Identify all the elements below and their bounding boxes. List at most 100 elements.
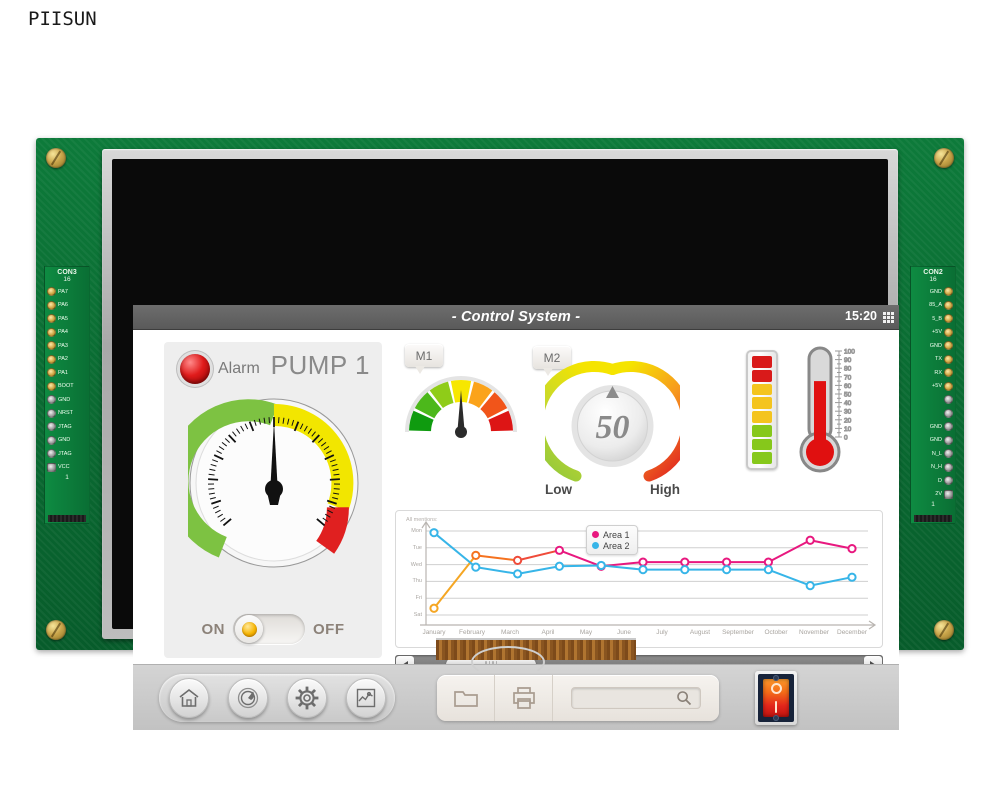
- thermometer-tick-label: 30: [844, 409, 852, 416]
- trend-chart-card[interactable]: All mentions: Mon Tue Wed Thu Fri Sat January…: [395, 510, 883, 648]
- connector-pin: JTAG: [45, 447, 89, 461]
- pin-label: NRST: [58, 410, 73, 417]
- print-button[interactable]: [495, 675, 553, 721]
- chart-data-point[interactable]: [638, 557, 648, 567]
- connector-pin: GND: [911, 285, 955, 299]
- pin-label: JTAG: [58, 450, 72, 457]
- connector-pin: [911, 393, 955, 407]
- toggle-switch[interactable]: [233, 614, 305, 644]
- chart-data-point[interactable]: [638, 565, 648, 575]
- solder-pad: [47, 300, 56, 310]
- title-bar: - Control System - 15:20: [133, 305, 899, 330]
- power-switch[interactable]: [755, 671, 797, 725]
- connector-pin: GND: [45, 434, 89, 448]
- power-switch-rocker[interactable]: [763, 679, 789, 717]
- connector-pin: PA1: [45, 366, 89, 380]
- toggle-knob[interactable]: [235, 615, 263, 643]
- chart-legend: Area 1 Area 2: [586, 525, 638, 555]
- toggle-on-label: ON: [201, 620, 225, 638]
- thermometer-tick-label: 0: [844, 435, 848, 442]
- chart-data-point[interactable]: [763, 565, 773, 575]
- connector-pin: PA7: [45, 285, 89, 299]
- chart-data-point[interactable]: [847, 544, 857, 554]
- chart-data-point[interactable]: [471, 562, 481, 572]
- con2-label: CON2: [923, 269, 943, 276]
- chart-data-point[interactable]: [722, 565, 732, 575]
- legend-swatch: [592, 531, 599, 538]
- search-icon[interactable]: [676, 690, 692, 706]
- trend-button[interactable]: [345, 678, 386, 718]
- solder-pad: [944, 327, 953, 337]
- thermometer-tick-label: 70: [844, 374, 852, 381]
- connector-pin: PA6: [45, 299, 89, 313]
- pin-label: GND: [929, 423, 942, 430]
- chart-data-point[interactable]: [722, 557, 732, 567]
- m1-gauge-wrap[interactable]: [405, 372, 517, 440]
- m2-gauge-wrap[interactable]: 50: [532, 358, 693, 493]
- con3-label: CON3: [57, 269, 77, 276]
- chart-data-point[interactable]: [429, 603, 439, 613]
- chart-data-point[interactable]: [471, 550, 481, 560]
- chart-line-segment: [767, 539, 811, 563]
- chart-data-point[interactable]: [513, 555, 523, 566]
- pump-panel: Alarm PUMP 1 ON OFF: [164, 342, 382, 658]
- home-button[interactable]: [168, 678, 209, 718]
- led-segment: [752, 356, 772, 368]
- chart-data-point[interactable]: [513, 569, 523, 579]
- m2-high-label: High: [650, 482, 680, 497]
- grid-icon[interactable]: [883, 312, 894, 323]
- pin-label: PA4: [58, 329, 68, 336]
- connector-pin: PA3: [45, 339, 89, 353]
- pin-label: PA2: [58, 356, 68, 363]
- solder-pad: [944, 422, 953, 432]
- legend-item: Area 2: [592, 540, 630, 551]
- pin-label: BOOT: [58, 383, 74, 390]
- connector-pin: 5_B: [911, 312, 955, 326]
- chart-data-point[interactable]: [680, 557, 690, 567]
- m1-tag: M1: [405, 344, 443, 374]
- chart-line-segment: [559, 564, 602, 568]
- pump-title: PUMP 1: [270, 350, 370, 380]
- pin-label: PA6: [58, 302, 68, 309]
- con3-pin-list: PA7 PA6 PA5 PA4 PA3 PA2 PA1 BOOT GND NRST JTAG GND J…: [45, 285, 89, 474]
- thermometer-tick-label: 10: [844, 426, 852, 433]
- solder-pad: [944, 395, 953, 405]
- chart-data-point[interactable]: [554, 545, 564, 555]
- pin-label: PA5: [58, 315, 68, 322]
- connector-pin: TX: [911, 353, 955, 367]
- solder-pad: [944, 368, 953, 378]
- chart-data-point[interactable]: [596, 560, 606, 571]
- pump-power-toggle[interactable]: ON OFF: [188, 614, 358, 644]
- chart-data-point[interactable]: [763, 557, 773, 567]
- chart-data-point[interactable]: [429, 528, 439, 538]
- gauge-button[interactable]: [227, 678, 268, 718]
- chart-data-point[interactable]: [847, 572, 857, 582]
- m2-gauge[interactable]: 50: [532, 358, 693, 493]
- open-folder-button[interactable]: [437, 675, 495, 721]
- lcd-flex-cable: [436, 638, 636, 678]
- pin-label: PA3: [58, 342, 68, 349]
- solder-pad: [47, 408, 56, 418]
- alarm-indicator[interactable]: Alarm: [180, 354, 260, 384]
- thermometer-tick-label: 90: [844, 357, 852, 364]
- gear-icon: [295, 686, 318, 710]
- pump-main-gauge[interactable]: [188, 397, 360, 569]
- chart-data-point[interactable]: [805, 535, 815, 545]
- connector-pin: PA5: [45, 312, 89, 326]
- chart-y-label: Mon: [411, 528, 422, 534]
- chart-data-point[interactable]: [554, 561, 564, 571]
- power-switch-body[interactable]: [758, 674, 794, 722]
- chart-data-point[interactable]: [680, 565, 690, 575]
- legend-label: Area 1: [603, 529, 630, 540]
- m1-gauge[interactable]: [405, 372, 517, 440]
- thermometer-tick-label: 60: [844, 383, 852, 390]
- chart-y-label: Tue: [412, 544, 422, 551]
- led-segment: [752, 369, 772, 382]
- chart-data-point[interactable]: [805, 581, 815, 591]
- search-box[interactable]: [571, 687, 701, 709]
- chart-y-label: Fri: [415, 595, 422, 602]
- settings-button[interactable]: [286, 678, 327, 718]
- search-input[interactable]: [572, 692, 676, 704]
- solder-pad: [944, 476, 953, 486]
- connector-pin: D: [911, 474, 955, 488]
